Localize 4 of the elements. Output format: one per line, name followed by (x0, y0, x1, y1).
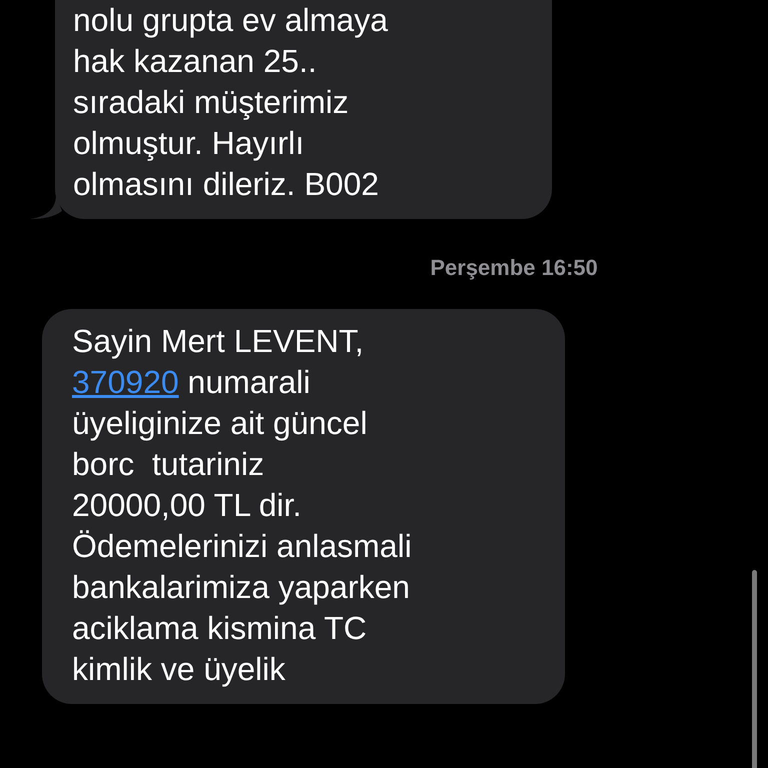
number-link[interactable]: 370920 (72, 364, 179, 400)
message-bubble: nolu grupta ev almaya hak kazanan 25.. sıradaki müşterimiz olmuştur. Hayırlı olmasını dileriz. B002 (55, 0, 552, 219)
message-bubble: Sayin Mert LEVENT, 370920 numarali üyeliginize ait güncel borc tutariniz 20000,00 TL dir. Ödemelerinizi anlasmali bankalarimiza yaparken aciklama kismina TC kimlik ve üyelik (42, 309, 565, 704)
message-timestamp: Perşembe 16:50 (430, 255, 598, 281)
